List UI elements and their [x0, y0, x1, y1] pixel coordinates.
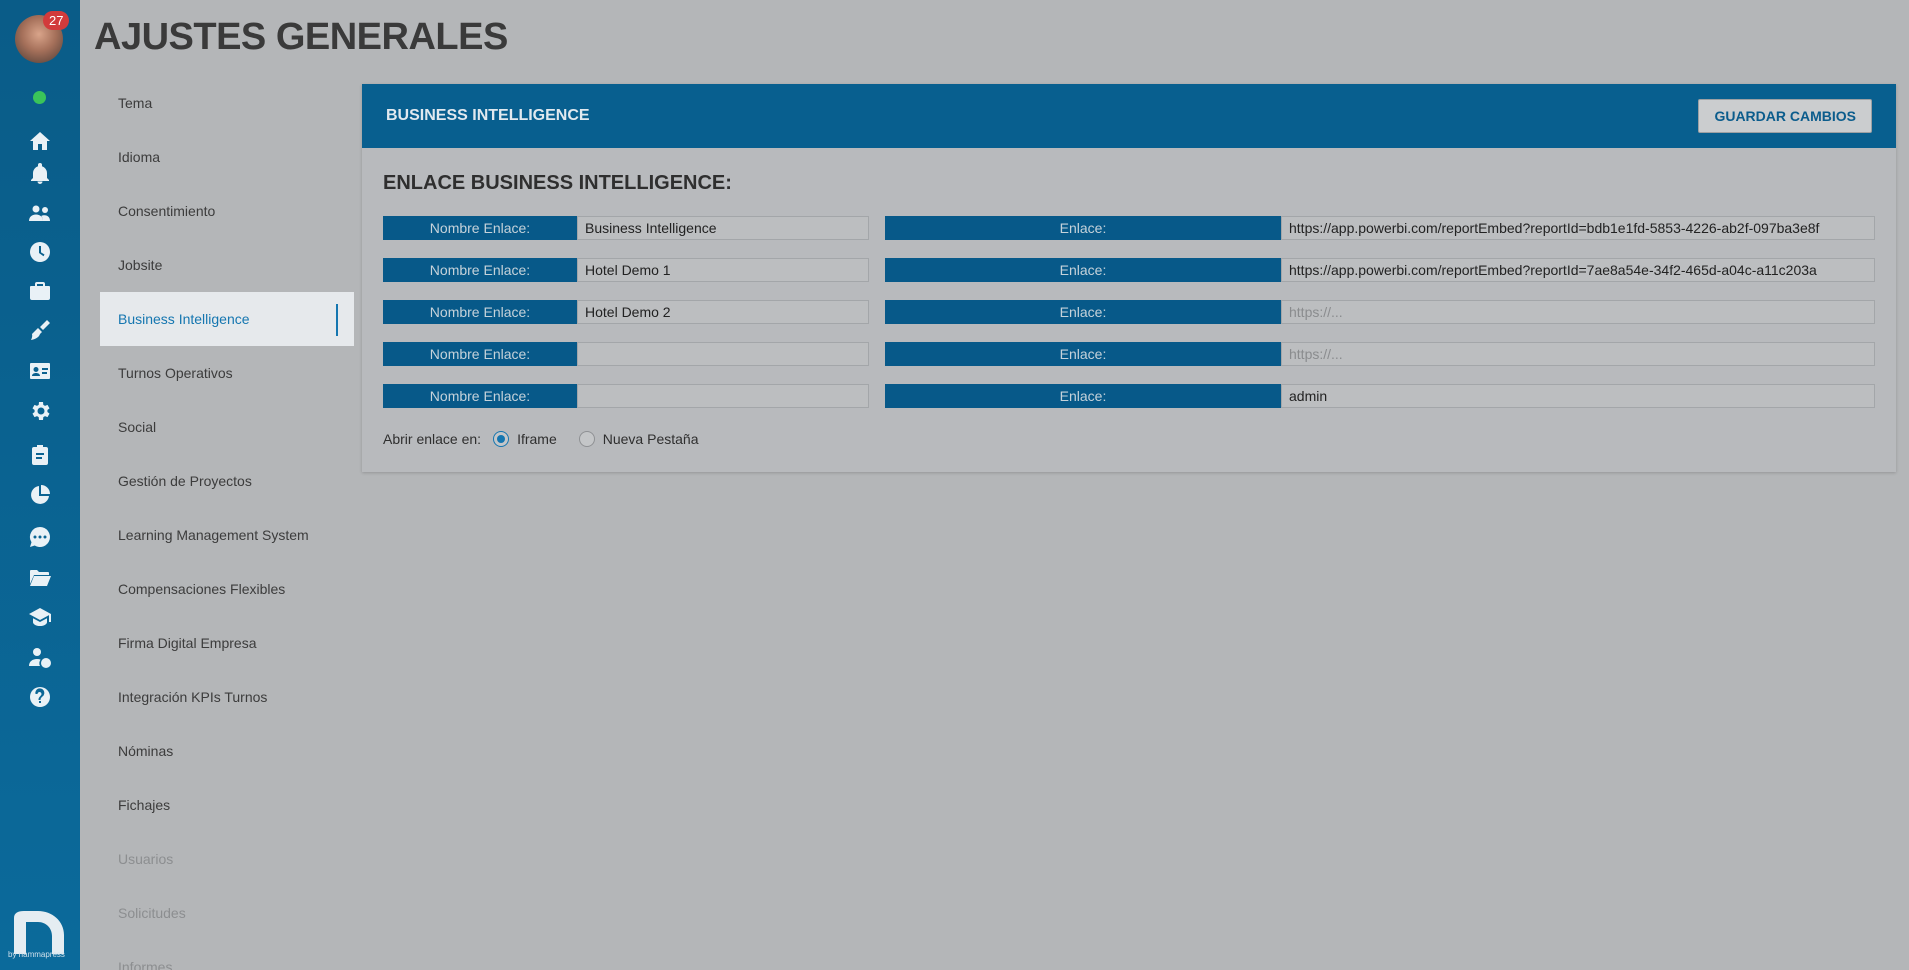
- menu-item-turnos-operativos[interactable]: Turnos Operativos: [100, 346, 354, 400]
- name-label: Nombre Enlace:: [383, 300, 577, 324]
- panel-title: BUSINESS INTELLIGENCE: [386, 107, 590, 124]
- radio-new-tab[interactable]: [578, 431, 595, 447]
- user-dollar-icon[interactable]: [27, 644, 53, 670]
- link-url-field[interactable]: admin: [1281, 384, 1875, 408]
- home-icon[interactable]: [27, 128, 53, 154]
- chat-icon[interactable]: [27, 524, 53, 550]
- link-row: Nombre Enlace: Hotel Demo 2 Enlace: http…: [383, 300, 1875, 324]
- link-url-field[interactable]: https://app.powerbi.com/reportEmbed?repo…: [1281, 258, 1875, 282]
- menu-item-informes[interactable]: Informes: [100, 940, 354, 970]
- menu-item-fichajes[interactable]: Fichajes: [100, 778, 354, 832]
- menu-item-idioma[interactable]: Idioma: [100, 130, 354, 184]
- link-row: Nombre Enlace: Enlace: https://...: [383, 342, 1875, 366]
- section-title: ENLACE BUSINESS INTELLIGENCE:: [383, 172, 732, 194]
- name-label: Nombre Enlace:: [383, 216, 577, 240]
- folder-icon[interactable]: [27, 565, 53, 591]
- name-label: Nombre Enlace:: [383, 384, 577, 408]
- menu-item-compensaciones-flexibles[interactable]: Compensaciones Flexibles: [100, 562, 354, 616]
- menu-item-solicitudes[interactable]: Solicitudes: [100, 886, 354, 940]
- bell-icon[interactable]: [27, 161, 53, 187]
- radio-iframe[interactable]: [493, 431, 510, 447]
- clock-icon[interactable]: [27, 239, 53, 265]
- link-url-field[interactable]: https://...: [1281, 300, 1875, 324]
- pie-chart-icon[interactable]: [27, 482, 53, 508]
- graduation-cap-icon[interactable]: [27, 604, 53, 630]
- menu-item-lms[interactable]: Learning Management System: [100, 508, 354, 562]
- save-changes-button[interactable]: GUARDAR CAMBIOS: [1698, 99, 1872, 133]
- link-name-field[interactable]: [577, 384, 869, 408]
- link-row: Nombre Enlace: Business Intelligence Enl…: [383, 216, 1875, 240]
- brand-by-text: by nammapress: [8, 950, 65, 959]
- page-title: AJUSTES GENERALES: [94, 16, 508, 58]
- cleaning-icon[interactable]: [27, 317, 53, 343]
- link-name-field[interactable]: [577, 342, 869, 366]
- menu-item-integracion-kpis[interactable]: Integración KPIs Turnos: [100, 670, 354, 724]
- menu-item-business-intelligence[interactable]: Business Intelligence: [100, 292, 354, 346]
- radio-new-tab-label[interactable]: Nueva Pestaña: [603, 431, 699, 447]
- settings-menu: Tema Idioma Consentimiento Jobsite Busin…: [100, 76, 354, 970]
- online-status-indicator: [33, 91, 46, 104]
- link-name-field[interactable]: Hotel Demo 1: [577, 258, 869, 282]
- menu-item-social[interactable]: Social: [100, 400, 354, 454]
- link-label: Enlace:: [885, 342, 1281, 366]
- link-row: Nombre Enlace: Enlace: admin: [383, 384, 1875, 408]
- name-label: Nombre Enlace:: [383, 258, 577, 282]
- notification-badge: 27: [43, 11, 70, 30]
- link-label: Enlace:: [885, 216, 1281, 240]
- menu-item-firma-digital[interactable]: Firma Digital Empresa: [100, 616, 354, 670]
- clipboard-icon[interactable]: [27, 442, 53, 468]
- briefcase-icon[interactable]: [27, 278, 53, 304]
- open-in-label: Abrir enlace en:: [383, 431, 482, 447]
- link-label: Enlace:: [885, 300, 1281, 324]
- radio-iframe-label[interactable]: Iframe: [517, 431, 557, 447]
- link-url-field[interactable]: https://...: [1281, 342, 1875, 366]
- menu-item-usuarios[interactable]: Usuarios: [100, 832, 354, 886]
- menu-item-tema[interactable]: Tema: [100, 76, 354, 130]
- link-label: Enlace:: [885, 258, 1281, 282]
- users-icon[interactable]: [27, 200, 53, 226]
- link-url-field[interactable]: https://app.powerbi.com/reportEmbed?repo…: [1281, 216, 1875, 240]
- link-label: Enlace:: [885, 384, 1281, 408]
- business-intelligence-panel: BUSINESS INTELLIGENCE GUARDAR CAMBIOS EN…: [362, 84, 1896, 472]
- gear-icon[interactable]: [27, 398, 53, 424]
- brand-logo: [14, 911, 64, 954]
- menu-item-consentimiento[interactable]: Consentimiento: [100, 184, 354, 238]
- icon-rail: 27 by nammapress: [0, 0, 80, 970]
- link-name-field[interactable]: Hotel Demo 2: [577, 300, 869, 324]
- name-label: Nombre Enlace:: [383, 342, 577, 366]
- menu-item-gestion-proyectos[interactable]: Gestión de Proyectos: [100, 454, 354, 508]
- menu-item-jobsite[interactable]: Jobsite: [100, 238, 354, 292]
- help-icon[interactable]: [27, 684, 53, 710]
- link-name-field[interactable]: Business Intelligence: [577, 216, 869, 240]
- id-card-icon[interactable]: [27, 358, 53, 384]
- open-in-options: Abrir enlace en: Iframe Nueva Pestaña: [383, 431, 698, 447]
- menu-item-nominas[interactable]: Nóminas: [100, 724, 354, 778]
- panel-header: BUSINESS INTELLIGENCE GUARDAR CAMBIOS: [362, 84, 1896, 148]
- link-row: Nombre Enlace: Hotel Demo 1 Enlace: http…: [383, 258, 1875, 282]
